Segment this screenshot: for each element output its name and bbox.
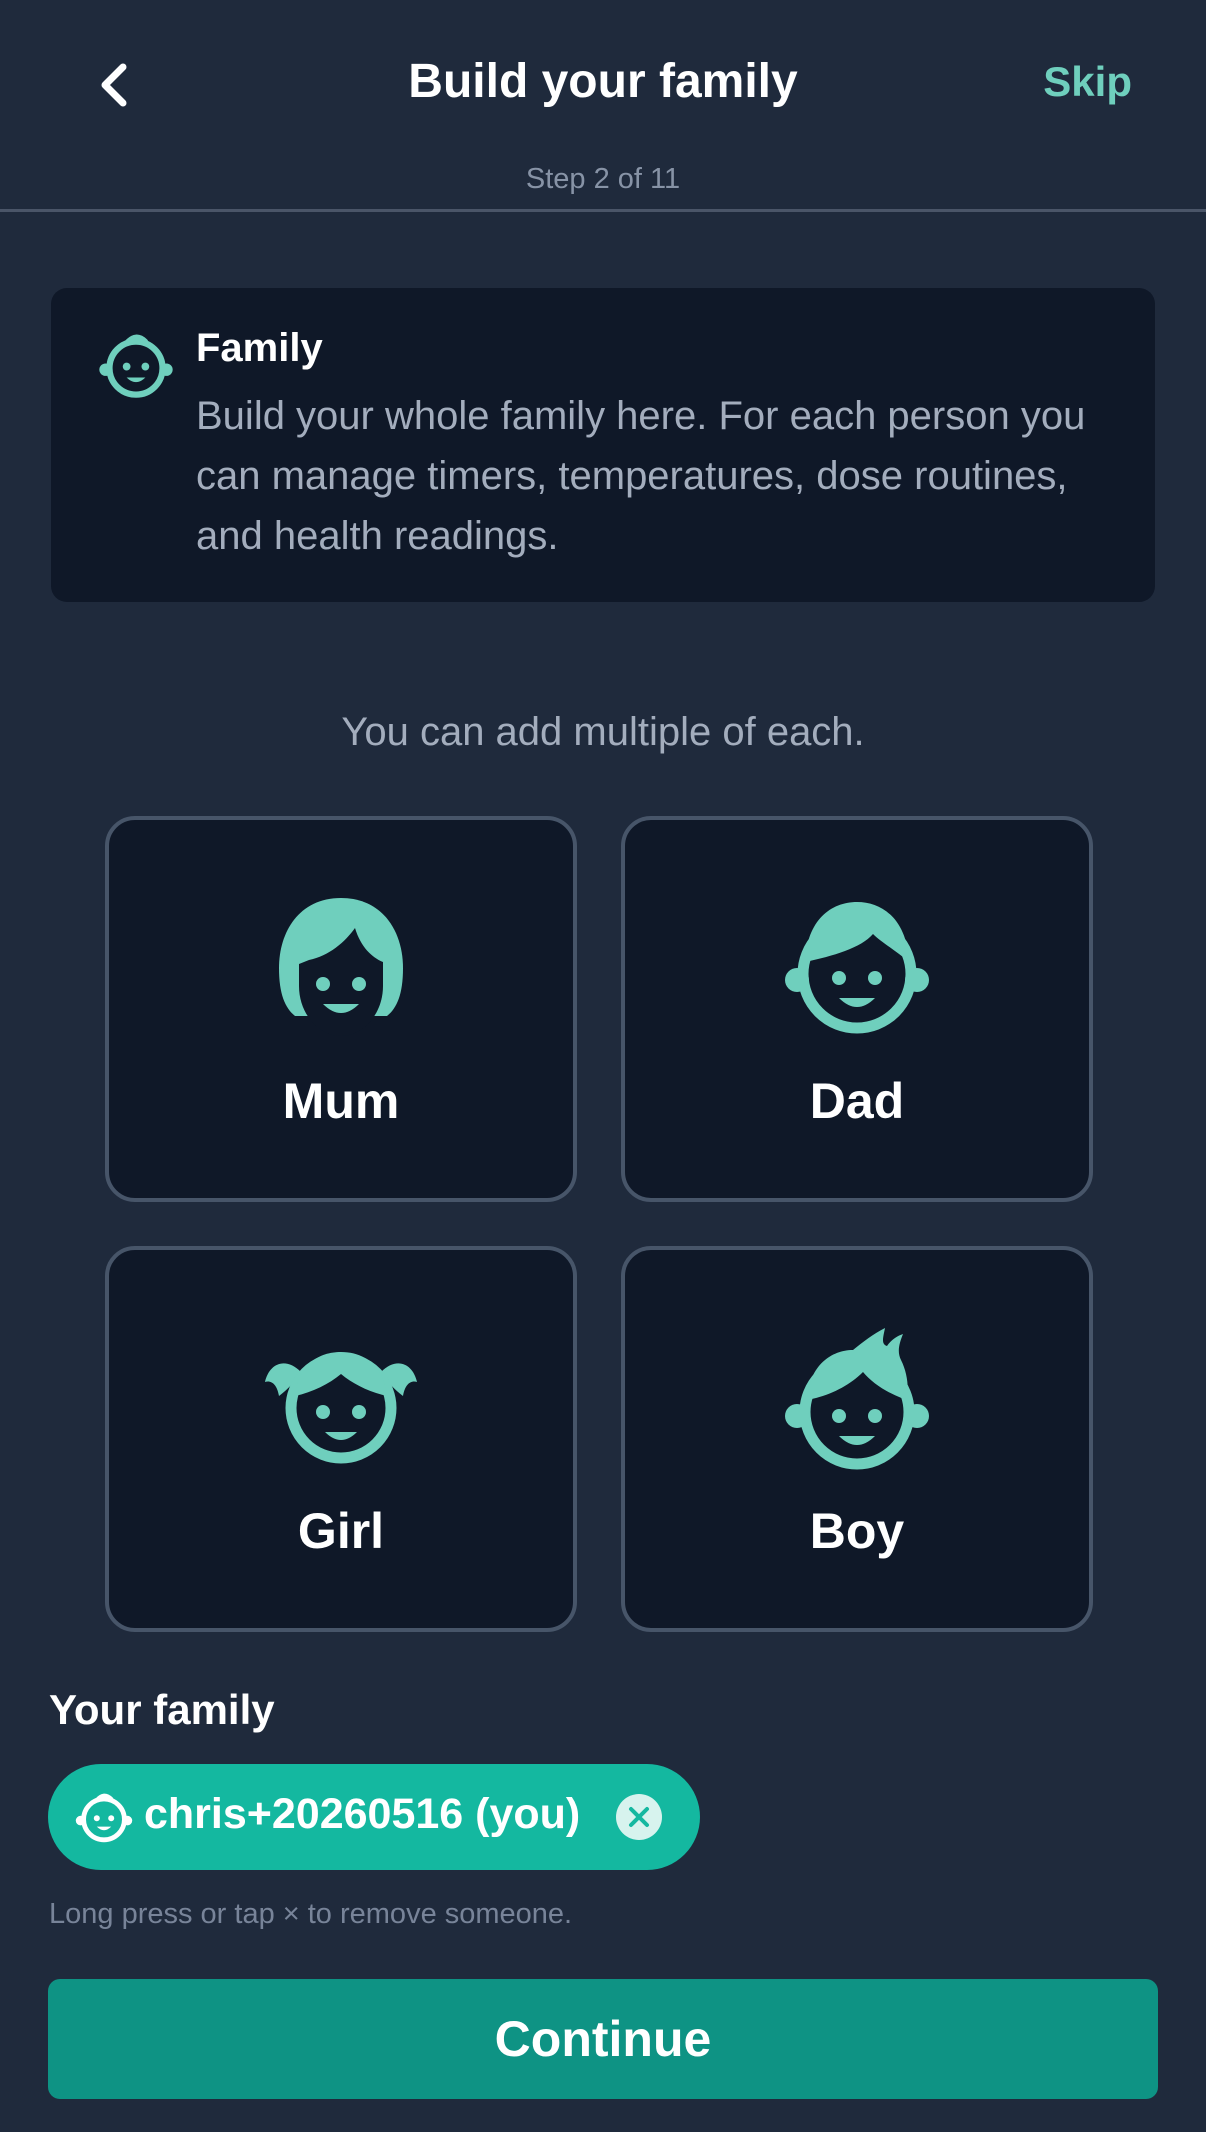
girl-face-icon xyxy=(265,1352,417,1464)
baby-face-icon xyxy=(75,1793,133,1843)
skip-button[interactable]: Skip xyxy=(1043,58,1132,106)
man-face-icon xyxy=(785,902,929,1034)
info-card-text: Build your whole family here. For each p… xyxy=(196,394,1086,558)
member-tile-boy[interactable]: Boy xyxy=(621,1246,1093,1632)
header: Build your family Skip Step 2 of 11 xyxy=(0,0,1206,212)
member-tile-dad[interactable]: Dad xyxy=(621,816,1093,1202)
member-tile-label: Girl xyxy=(297,1503,385,1559)
header-divider xyxy=(0,209,1206,212)
member-tile-label: Dad xyxy=(809,1073,905,1129)
woman-face-icon xyxy=(279,898,403,1036)
member-tile-girl[interactable]: Girl xyxy=(105,1246,577,1632)
info-card: Family Build your whole family here. For… xyxy=(51,288,1155,602)
remove-hint: Long press or tap × to remove someone. xyxy=(49,1898,573,1930)
remove-member-button[interactable] xyxy=(616,1794,662,1840)
close-icon xyxy=(629,1807,649,1827)
family-member-name: chris+20260516 (you) xyxy=(144,1790,581,1838)
add-multiple-hint: You can add multiple of each. xyxy=(341,710,865,754)
continue-button-label: Continue xyxy=(494,2011,712,2067)
baby-face-icon xyxy=(99,334,173,398)
your-family-heading: Your family xyxy=(49,1686,275,1733)
step-indicator: Step 2 of 11 xyxy=(525,163,681,195)
page-title: Build your family xyxy=(408,55,798,108)
continue-button[interactable]: Continue xyxy=(48,1979,1158,2099)
boy-face-icon xyxy=(785,1328,929,1470)
family-member-chip[interactable]: chris+20260516 (you) xyxy=(48,1764,700,1870)
info-card-title: Family xyxy=(196,326,323,370)
member-tile-label: Mum xyxy=(282,1073,400,1129)
member-tile-mum[interactable]: Mum xyxy=(105,816,577,1202)
member-tile-label: Boy xyxy=(809,1503,905,1559)
